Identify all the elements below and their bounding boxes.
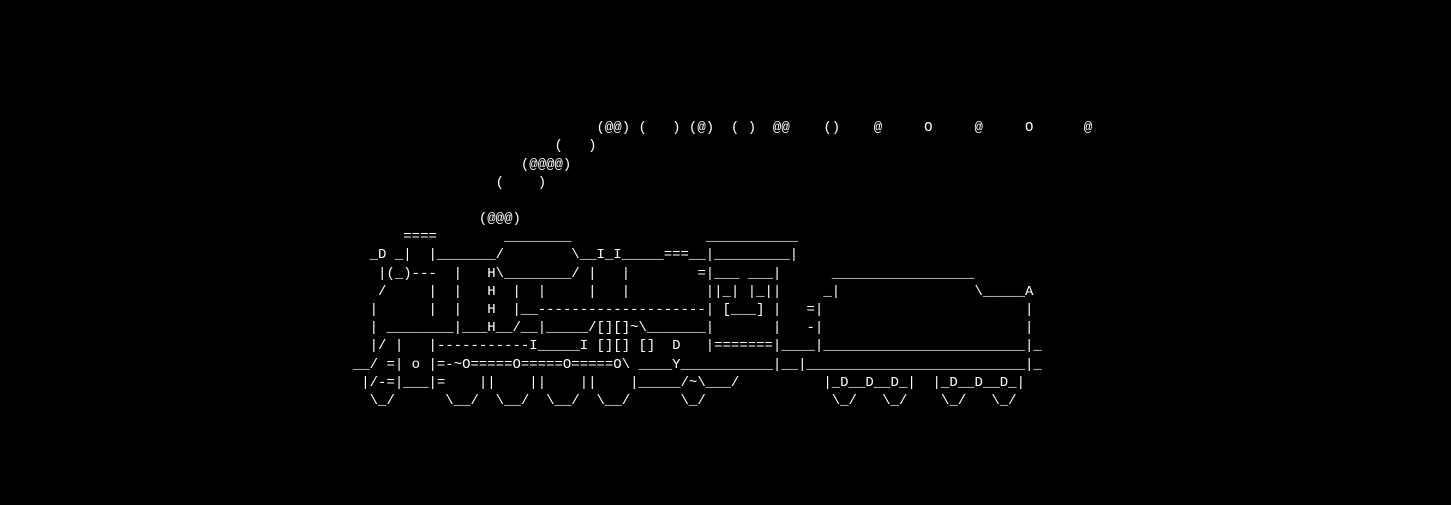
ascii-line-4: (@@@@) xyxy=(0,157,571,173)
ascii-line-3: ( ) xyxy=(0,138,597,154)
ascii-line-12: | | | H |__--------------------| [___] |… xyxy=(0,302,1033,318)
ascii-line-5: ( ) xyxy=(0,175,546,191)
ascii-line-14: |/ | |-----------I_____I [][] [] D |====… xyxy=(0,338,1042,354)
ascii-line-17: \_/ \__/ \__/ \__/ \__/ \_/ \_/ \_/ \_/ … xyxy=(0,393,1017,409)
ascii-line-10: |(_)--- | H\________/ | | =|___ ___| ___… xyxy=(0,266,975,282)
ascii-line-15: __/ =| o |=-~O=====O=====O=====O\ ____Y_… xyxy=(0,357,1042,373)
terminal-output: (@@) ( ) (@) ( ) @@ () @ O @ O @ ( ) (@@… xyxy=(0,73,1451,410)
ascii-line-13: | ________|___H__/__|_____/[][]~\_______… xyxy=(0,320,1033,336)
ascii-line-8: ==== ________ ___________ xyxy=(0,229,798,245)
ascii-line-7: (@@@) xyxy=(0,211,521,227)
ascii-line-2: (@@) ( ) (@) ( ) @@ () @ O @ O @ xyxy=(0,120,1092,136)
ascii-line-11: / | | H | | | | ||_| |_|| _| \_____A xyxy=(0,284,1033,300)
ascii-line-9: _D _| |_______/ \__I_I_____===__|_______… xyxy=(0,247,798,263)
ascii-line-16: |/-=|___|= || || || |_____/~\___/ |_D__D… xyxy=(0,375,1025,391)
